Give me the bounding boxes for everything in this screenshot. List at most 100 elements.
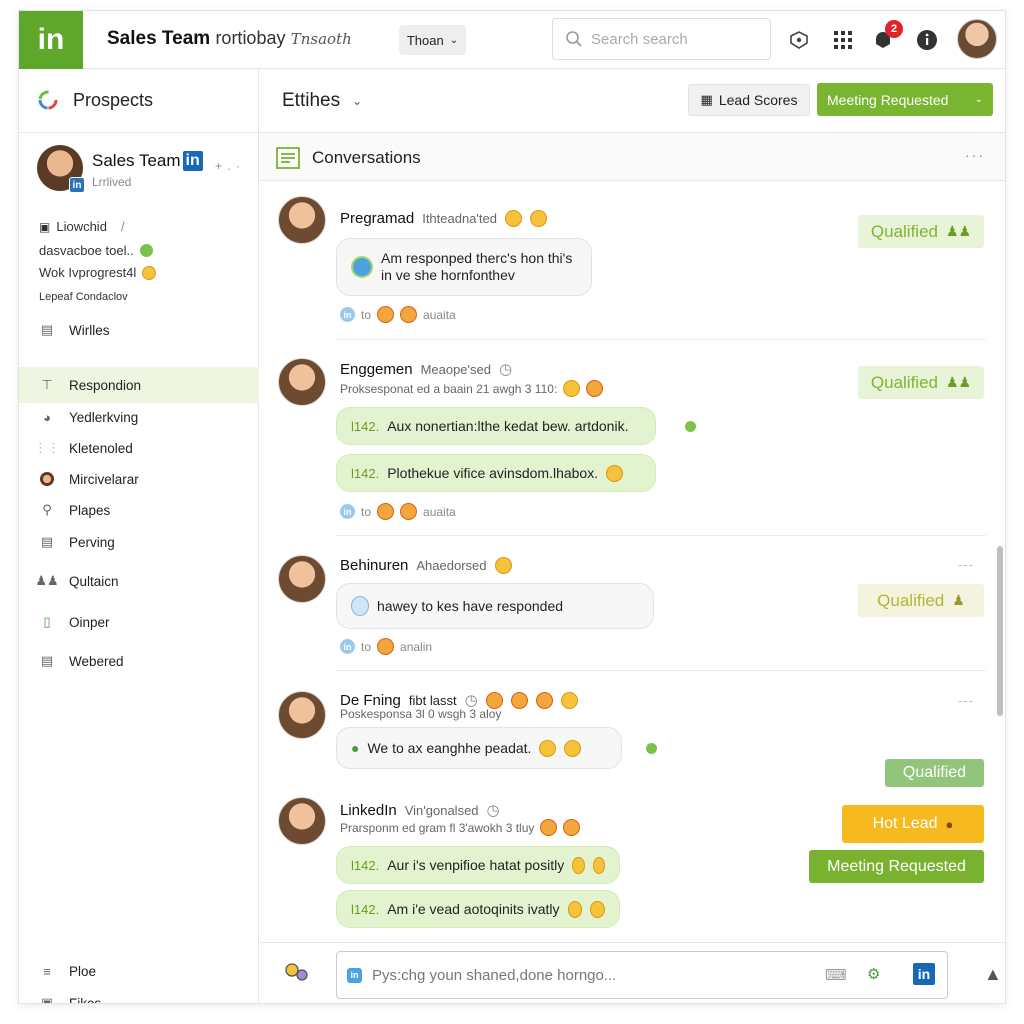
qualified-tag[interactable]: Qualified ♟♟ [858,366,984,399]
user-avatar[interactable] [957,19,997,59]
contact-role: fibt lasst [408,692,457,708]
sidebar-item-label: Oinper [69,614,110,630]
profile-options-icon[interactable]: + . · [215,159,241,173]
message-number: l142. [351,418,380,434]
contact-avatar[interactable] [278,555,326,603]
emoji-icon [567,900,583,918]
keyboard-icon[interactable]: ⌨ [825,966,847,984]
search-box[interactable] [552,18,771,60]
contact-name: Pregramad Ithteadna'ted [340,210,547,227]
profile-name[interactable]: Sales Team in [92,151,203,171]
sidebar-item-label: Ploe [69,963,97,979]
message-footer: in to auaita [340,306,456,323]
sidebar-item-label: Qultaicn [69,573,119,589]
sidebar-item-plapes[interactable]: ⚲ Plapes [19,492,259,528]
search-input[interactable] [591,30,761,48]
sidebar-section-title[interactable]: Prospects [37,89,153,111]
linkedin-icon: in [340,504,355,519]
sidebar-item-label: Fikes [69,995,102,1004]
meeting-requested-button[interactable]: Meeting Requested ⌄ [817,83,993,116]
qualified-label: Qualified [870,372,938,392]
profile-subtitle: Lrrlived [92,175,132,189]
app-window: in Sales Team rortiobay Tnsaoth Thoan ⌄ … [18,10,1006,1004]
meeting-requested-tag[interactable]: Meeting Requested [809,850,984,883]
contact-avatar[interactable] [278,691,326,739]
contact-name-text: Pregramad [340,210,415,227]
message-input[interactable] [372,966,812,984]
message-bubble: Am responped therc's hon thi's in ve she… [336,238,592,296]
contact-subtitle: Prarsponm ed gram fl 3'awokh 3 tluy [340,819,581,836]
more-options-icon[interactable]: --- [958,693,974,708]
sidebar-item-ploe[interactable]: ≡ Ploe [19,953,259,989]
message-number: l142. [351,901,380,917]
filter-dropdown[interactable]: Thoan ⌄ [399,25,466,55]
sent-status-icon [685,421,696,432]
clipboard-icon: ▤ [40,534,54,549]
sidebar-item-qultaicn[interactable]: ♟♟ Qultaicn [19,563,259,599]
sidebar-item-label: Kletenoled [69,440,133,456]
linkedin-icon: in [340,307,355,322]
info-icon[interactable] [915,28,939,52]
emoji-icon [510,691,528,709]
linkedin-badge-icon: in [69,177,85,193]
profile-avatar[interactable]: in [37,145,85,193]
people-icon: ♟♟ [946,374,972,390]
person-icon: ♟ [952,592,965,608]
lead-scores-button[interactable]: ▦ Lead Scores [688,84,810,116]
more-options-icon[interactable]: ··· [965,147,985,163]
send-icon[interactable]: ▲ [984,964,1002,985]
qualified-tag[interactable]: Qualified ♟♟ [858,215,984,248]
contact-avatar[interactable] [278,797,326,845]
sidebar-item-label: Plapes [69,502,111,518]
sidebar-item-label: Webered [69,653,124,669]
contact-role: Meaope'sed [420,361,491,377]
linkedin-icon: in [347,967,362,983]
message-text: Plothekue vifice avinsdom.lhabox. [387,465,599,481]
meta-text-3: Wok Ivprogrest4l [39,265,137,280]
sidebar-item-webered[interactable]: ▤ Webered [19,643,259,679]
message-number: l142. [351,857,380,873]
sidebar-item-label: Wirlles [69,322,110,338]
help-icon[interactable] [787,28,811,52]
contact-avatar[interactable] [278,358,326,406]
attachment-icon[interactable]: ⚙ [867,965,880,983]
sidebar-item-label: Perving [69,534,115,550]
contact-subtitle-text: Prarsponm ed gram fl 3'awokh 3 tluy [340,820,535,835]
message-text: Aux nonertian:lthe kedat bew. artdonik. [387,418,629,434]
qualified-label: Qualified [870,221,938,241]
message-input-box[interactable]: in ⌨ ⚙ in [336,951,948,999]
message-text: hawey to kes have responded [377,598,564,614]
sidebar-item-respondion[interactable]: ⊤ Respondion [19,367,259,403]
apps-grid-icon[interactable] [831,28,855,52]
linkedin-logo[interactable]: in [19,11,83,69]
message-bubble: l142. Am i'e vead aotoqinits ivatly [336,890,620,928]
scrollbar[interactable] [997,546,1003,716]
sidebar-item-perving[interactable]: ▤ Perving [19,524,259,560]
message-composer: in ⌨ ⚙ in ▲ [260,942,1005,1003]
view-selector[interactable]: Ettihes ⌄ [282,90,362,112]
meta-suffix-1: / [120,219,125,234]
sidebar-item-wirlles[interactable]: ▤ Wirlles [19,312,259,348]
emoji-icon [504,210,522,227]
more-options-icon[interactable]: --- [958,557,974,572]
emoji-icon [563,819,581,836]
prospects-icon [38,90,58,110]
contact-avatar[interactable] [278,196,326,244]
linkedin-share-icon[interactable]: in [913,963,935,985]
meta-line-1: ▣ Liowchid / [39,219,125,234]
notification-count-badge: 2 [885,20,903,38]
message-text: Aur i's venpifioe hatat positly [387,857,565,873]
hot-lead-tag[interactable]: Hot Lead ● [842,805,984,843]
emoji-picker-icon[interactable] [284,961,310,990]
message-bubble: hawey to kes have responded [336,583,654,629]
sent-status-icon [646,743,657,754]
footer-to: to [361,639,372,654]
sidebar-item-oinper[interactable]: ▯ Oinper [19,604,259,640]
sidebar-item-fikes[interactable]: ▣ Fikes [19,993,259,1004]
message-text: Am i'e vead aotoqinits ivatly [387,901,560,917]
profile-name-text: Sales Team [92,151,181,170]
people-icon: ♟♟ [35,573,59,588]
pin-icon: ⚲ [42,502,52,517]
qualified-tag[interactable]: Qualified [885,759,984,787]
qualified-tag[interactable]: Qualified ♟ [858,584,984,617]
